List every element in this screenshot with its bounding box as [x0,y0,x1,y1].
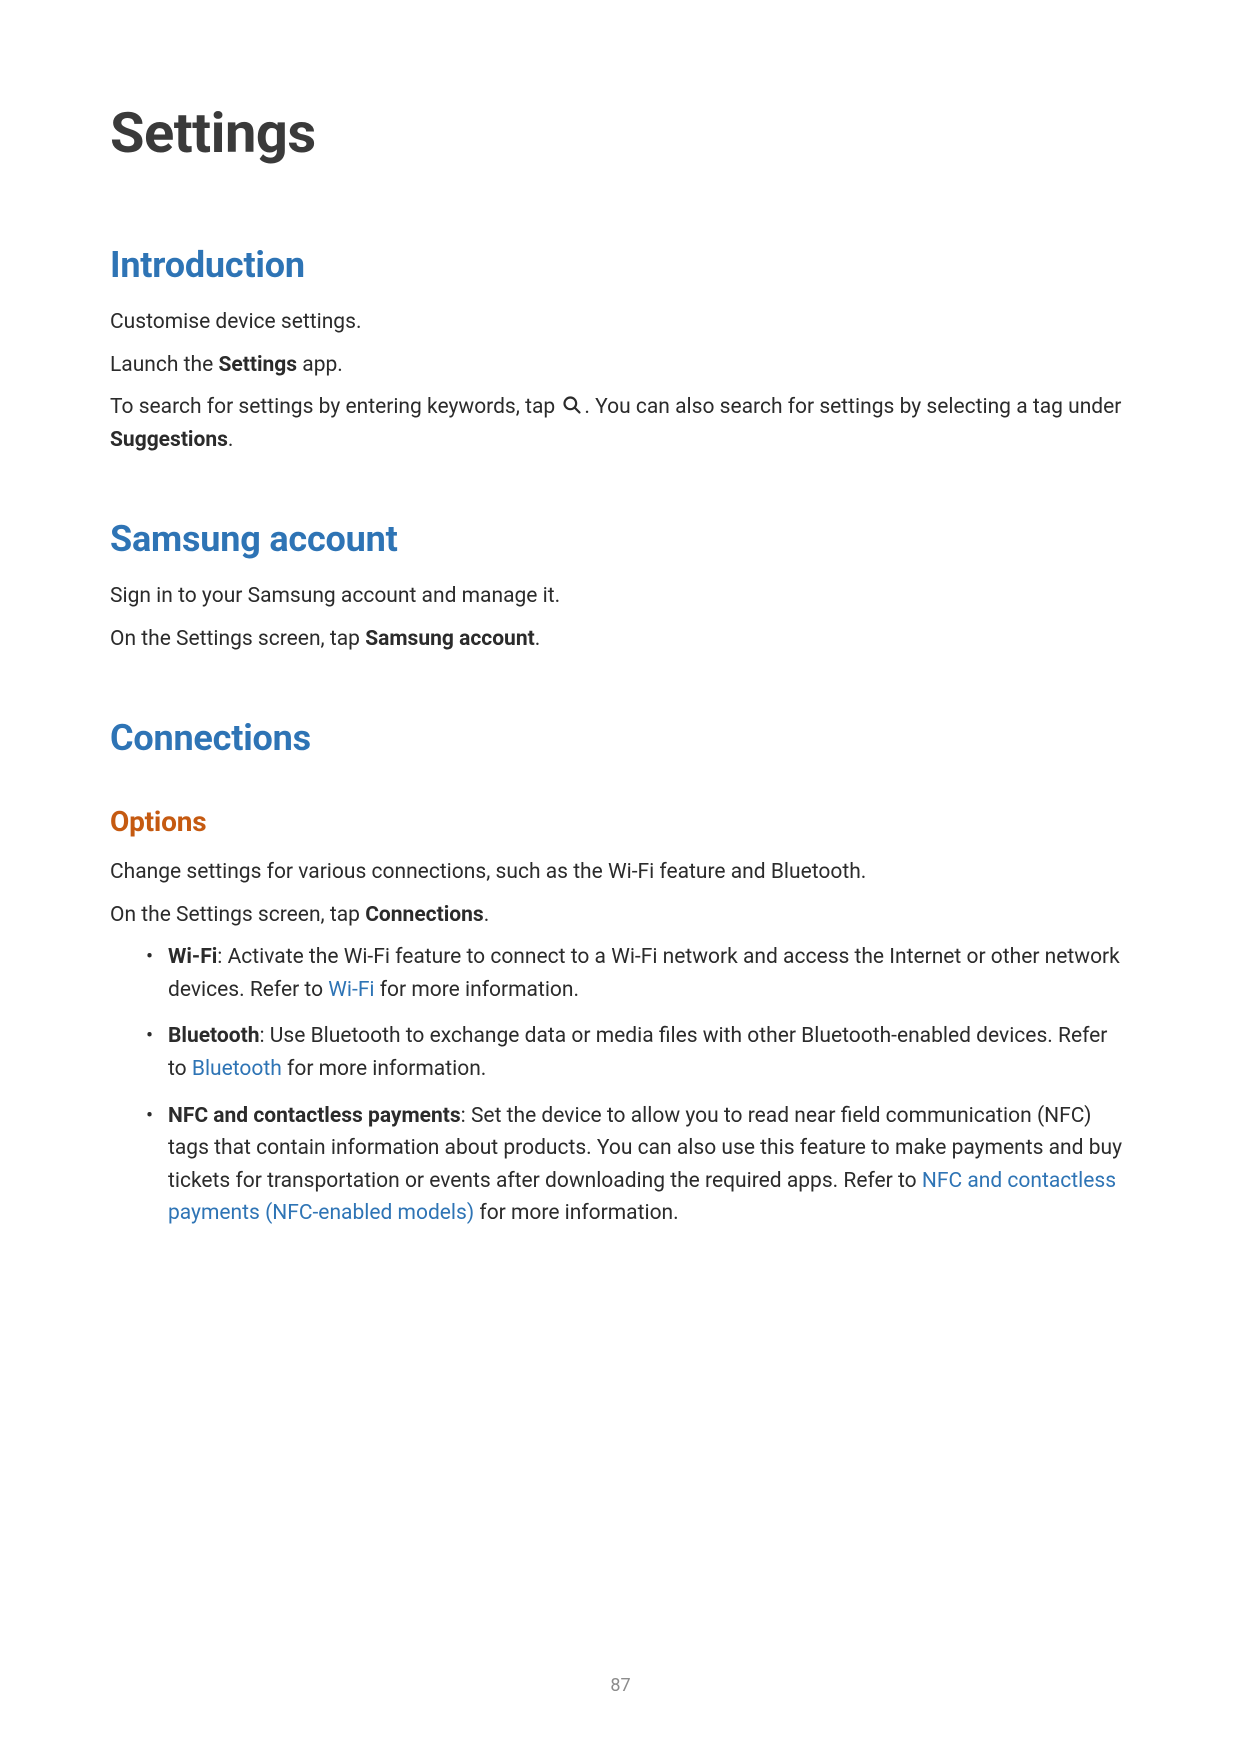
list-item: Bluetooth: Use Bluetooth to exchange dat… [146,1020,1131,1085]
text: On the Settings screen, tap [110,903,365,927]
bold-connections: Connections [365,903,484,927]
connections-bullets: Wi-Fi: Activate the Wi-Fi feature to con… [110,941,1131,1229]
bullet-text: : Activate the Wi-Fi feature to connect … [168,945,1120,1002]
heading-introduction: Introduction [110,244,1131,286]
text: . [228,428,234,452]
samsung-para-2: On the Settings screen, tap Samsung acco… [110,623,1131,656]
intro-para-2: Launch the Settings app. [110,349,1131,382]
list-item: Wi-Fi: Activate the Wi-Fi feature to con… [146,941,1131,1006]
section-introduction: Introduction Customise device settings. … [110,244,1131,456]
text: app. [297,353,343,377]
bullet-text: for more information. [375,978,580,1002]
heading-connections: Connections [110,717,1131,759]
section-connections: Connections Options Change settings for … [110,717,1131,1229]
bold-suggestions: Suggestions [110,428,228,452]
bullet-text: for more information. [282,1057,487,1081]
link-wifi[interactable]: Wi-Fi [328,978,374,1002]
section-samsung-account: Samsung account Sign in to your Samsung … [110,518,1131,655]
search-icon [562,393,582,413]
text: To search for settings by entering keywo… [110,395,560,419]
text: . [535,627,541,651]
page-title: Settings [110,100,1131,166]
bullet-text: for more information. [474,1201,679,1225]
bullet-bold: NFC and contactless payments [168,1104,461,1128]
bold-settings: Settings [218,353,297,377]
text: . [484,903,490,927]
connections-para-2: On the Settings screen, tap Connections. [110,899,1131,932]
subheading-options: Options [110,805,1131,838]
text: Launch the [110,353,218,377]
intro-para-1: Customise device settings. [110,306,1131,339]
page-number: 87 [0,1675,1241,1696]
connections-para-1: Change settings for various connections,… [110,856,1131,889]
text: . You can also search for settings by se… [584,395,1121,419]
bullet-bold: Bluetooth [168,1024,259,1048]
link-bluetooth[interactable]: Bluetooth [192,1057,282,1081]
bullet-bold: Wi-Fi [168,945,217,969]
heading-samsung-account: Samsung account [110,518,1131,560]
bold-samsung-account: Samsung account [365,627,535,651]
intro-para-3: To search for settings by entering keywo… [110,391,1131,456]
list-item: NFC and contactless payments: Set the de… [146,1100,1131,1230]
samsung-para-1: Sign in to your Samsung account and mana… [110,580,1131,613]
text: On the Settings screen, tap [110,627,365,651]
